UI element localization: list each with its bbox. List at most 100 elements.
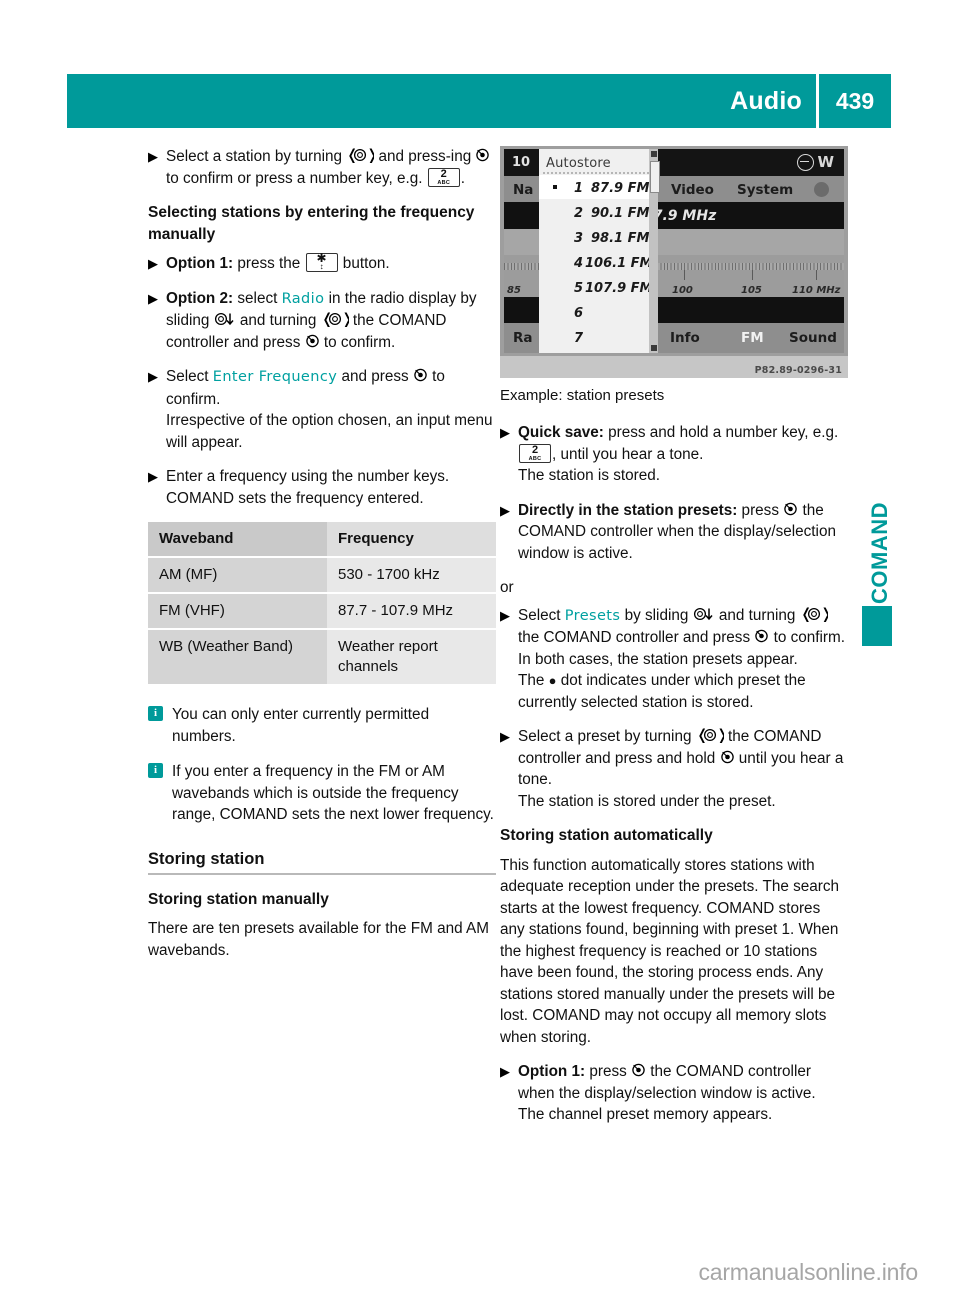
bullet-arrow-icon: ▶ <box>500 1064 510 1079</box>
popup-divider <box>543 172 649 174</box>
info-icon: i <box>148 706 163 721</box>
scroll-up-icon[interactable] <box>650 151 657 157</box>
text: . <box>460 169 465 187</box>
heading-frequency-manual: Selecting stations by entering the frequ… <box>148 204 475 243</box>
screen-scale-major-tick <box>684 270 686 280</box>
bullet-arrow-icon: ▶ <box>148 290 158 306</box>
list-item-select-station: ▶ Select a station by turning ❬❭ and pre… <box>148 146 496 189</box>
screen-menu-fm: FM <box>741 330 764 346</box>
popup-scrollbar[interactable] <box>649 149 660 353</box>
menu-term-enter-frequency: Enter Frequency <box>212 369 338 385</box>
info-note-2: i If you enter a frequency in the FM or … <box>148 761 496 826</box>
heading-storing-automatically: Storing station automatically <box>500 827 713 844</box>
text: and press-ing <box>374 148 476 165</box>
text: press and hold a number key, e.g. <box>603 424 839 441</box>
screen-menu-video: Video <box>671 182 714 198</box>
info-note-1: i You can only enter currently permitted… <box>148 704 496 747</box>
text: press <box>737 501 784 519</box>
table-row: AM (MF) 530 - 1700 kHz <box>148 557 496 593</box>
svg-text:❭: ❭ <box>366 147 374 163</box>
screen-menu-info: Info <box>670 330 700 346</box>
text: and turning <box>714 606 800 624</box>
waveband-table: Waveband Frequency AM (MF) 530 - 1700 kH… <box>148 522 496 686</box>
footer-watermark: carmanualsonline.info <box>698 1259 918 1285</box>
text: In both cases, the station presets appea… <box>518 650 798 668</box>
label-bold: Option 1: <box>166 255 234 272</box>
list-item-select-presets: ▶ Select Presets by sliding and turning … <box>500 605 848 714</box>
info-icon: i <box>148 763 163 778</box>
preset-number: 4 <box>573 256 583 271</box>
press-controller-icon <box>475 148 490 163</box>
number-key-2-icon: 2 ABC <box>427 167 460 187</box>
bullet-arrow-icon: ▶ <box>500 425 510 440</box>
scrollbar-thumb[interactable] <box>649 161 660 193</box>
bullet-arrow-icon: ▶ <box>500 729 510 744</box>
text: by sliding <box>620 606 693 624</box>
preset-selected-dot-icon <box>553 185 557 189</box>
scroll-down-icon[interactable] <box>650 345 657 351</box>
text: Select <box>166 368 213 385</box>
screen-left-scale-ticks <box>504 263 539 270</box>
preset-row[interactable]: 7 <box>539 325 655 349</box>
preset-row[interactable]: 3 98.1 FM <box>539 225 655 249</box>
preset-station: 98.1 FM <box>591 231 650 246</box>
antenna-icon <box>797 154 814 171</box>
screen-menu-system: System <box>737 182 794 198</box>
screen-menu-dot-icon <box>814 182 829 197</box>
text: You can only enter currently permitted n… <box>172 706 430 745</box>
screen-left-edge-column: 85 <box>504 149 539 353</box>
preset-row[interactable]: 6 <box>539 300 655 324</box>
press-controller-icon <box>305 334 320 349</box>
table-cell-frequency: Weather report channels <box>327 629 496 685</box>
figure-caption: Example: station presets <box>500 387 665 404</box>
screen-menu-sound: Sound <box>789 330 837 346</box>
press-controller-icon <box>413 368 428 383</box>
preset-row[interactable]: 1 87.9 FM <box>539 175 655 199</box>
slide-down-controller-icon <box>214 312 236 327</box>
right-column: 10 W Na Video System 87.9 MHz 100 105 11… <box>500 146 848 1139</box>
preset-station: 107.9 FM <box>585 281 653 296</box>
table-row: WB (Weather Band) Weather report channel… <box>148 629 496 685</box>
text: and turning <box>235 312 321 329</box>
preset-number: 2 <box>573 206 583 221</box>
page-number: 439 <box>835 87 875 114</box>
side-tab-comand: COMAND <box>862 480 892 660</box>
bullet-arrow-icon: ▶ <box>500 502 510 518</box>
preset-row[interactable]: 2 90.1 FM <box>539 200 655 224</box>
text: press the <box>233 255 305 272</box>
text: Select <box>518 606 565 624</box>
preset-number: 3 <box>573 231 583 246</box>
label-bold: Directly in the station presets: <box>518 501 738 519</box>
preset-row[interactable]: 5 107.9 FM <box>539 275 655 299</box>
antenna-label: W <box>817 153 834 171</box>
table-cell-waveband: WB (Weather Band) <box>148 629 327 685</box>
press-controller-icon <box>783 502 798 517</box>
comand-screen: 10 W Na Video System 87.9 MHz 100 105 11… <box>504 149 844 353</box>
menu-term-presets: Presets <box>564 607 621 624</box>
preset-station: 90.1 FM <box>591 206 650 221</box>
heading-storing-manually: Storing station manually <box>148 890 329 908</box>
text: to confirm. <box>319 333 396 351</box>
comand-display-screenshot: 10 W Na Video System 87.9 MHz 100 105 11… <box>500 146 848 378</box>
table-cell-frequency: 87.7 - 107.9 MHz <box>327 593 496 629</box>
section-rule <box>148 872 496 875</box>
text: the COMAND controller and press <box>518 629 755 646</box>
table-header-row: Waveband Frequency <box>148 522 496 557</box>
page-header: Audio 439 <box>67 74 891 128</box>
table-row: FM (VHF) 87.7 - 107.9 MHz <box>148 593 496 629</box>
text: select <box>233 289 282 307</box>
preset-number: 7 <box>573 331 583 346</box>
text: The <box>518 672 549 689</box>
list-item-auto-option-1: ▶ Option 1: press the COMAND controller … <box>500 1061 848 1126</box>
text: Select a preset by turning <box>518 728 696 745</box>
table-cell-waveband: AM (MF) <box>148 557 327 593</box>
preset-row[interactable]: 4 106.1 FM <box>539 250 655 274</box>
number-key-2-icon: 2 ABC <box>519 443 551 463</box>
preset-number: 5 <box>573 281 583 296</box>
text: Irrespective of the option chosen, an in… <box>166 412 493 451</box>
list-item-directly-presets: ▶ Directly in the station presets: press… <box>500 500 848 565</box>
screen-autostore-popup: Autostore 1 87.9 FM 2 90.1 FM 3 98.1 FM … <box>539 149 656 353</box>
screen-scale-major-tick <box>752 270 754 280</box>
screenshot-part-number: P82.89-0296-31 <box>754 365 842 376</box>
screen-scale-major-tick <box>816 270 818 280</box>
